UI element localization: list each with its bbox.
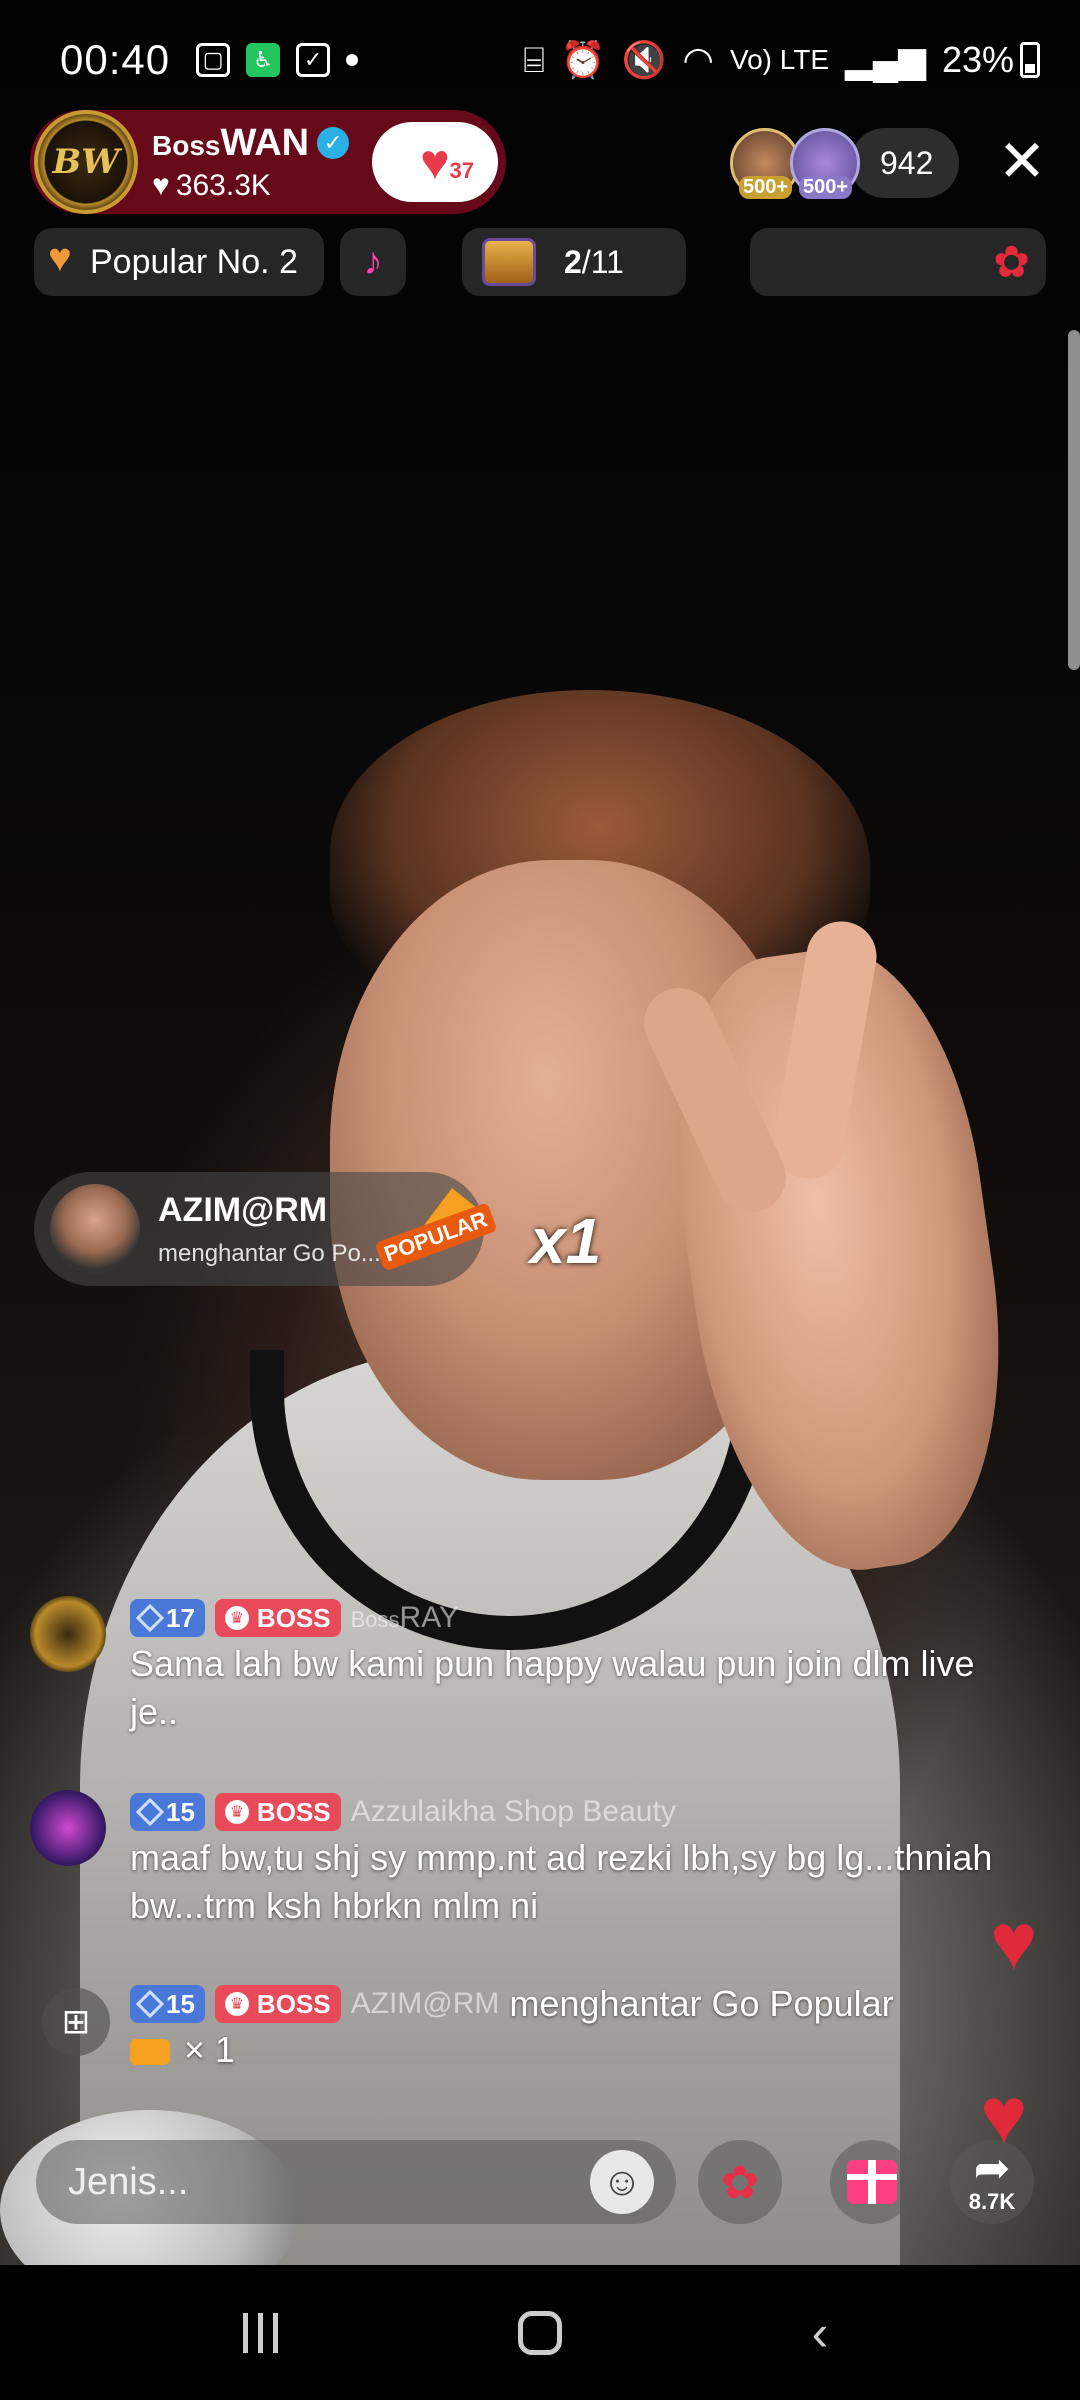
- battery-percent: 23%: [941, 39, 1014, 80]
- diamond-icon: [135, 1989, 165, 2019]
- fan-club-heart-icon: ♥: [420, 134, 450, 190]
- home-button[interactable]: [500, 2293, 580, 2373]
- viewer-rank-badge: 500+: [739, 176, 793, 199]
- top-viewer-avatar[interactable]: 500+: [790, 128, 860, 199]
- network-type: Vo) LTE: [729, 44, 830, 75]
- host-likes: ♥ 363.3K: [152, 169, 349, 203]
- host-likes-count: 363.3K: [175, 168, 271, 202]
- treasure-chest-icon: [482, 238, 536, 286]
- level-badge: 15: [130, 1793, 205, 1831]
- top-viewers[interactable]: 500+ 500+ 942: [730, 128, 960, 199]
- hibiscus-flower-icon: ✿: [993, 237, 1030, 287]
- back-chevron-icon: ‹: [811, 2304, 829, 2361]
- chat-gift-count: × 1: [130, 2026, 1030, 2074]
- popular-rank-label: Popular No. 2: [90, 242, 298, 281]
- viewer-count[interactable]: 942: [850, 128, 960, 198]
- system-navigation-bar: ‹: [0, 2265, 1080, 2400]
- gift-icon: [847, 2160, 897, 2204]
- chat-message[interactable]: 15 ♛ BOSS Azzulaikha Shop Beauty maaf bw,…: [30, 1790, 1030, 1930]
- popular-gift-small-icon: [130, 2039, 170, 2066]
- gift-action-text: menghantar Go Po...: [158, 1239, 381, 1267]
- rose-gift-button[interactable]: ✿: [698, 2140, 782, 2224]
- share-arrow-icon: ➦: [973, 2144, 1011, 2193]
- floating-heart-icon: ♥: [990, 1897, 1038, 1986]
- checkbox-icon: ✓: [296, 43, 331, 77]
- chat-text: maaf bw,tu shj sy mmp.nt ad rezki lbh,sy…: [130, 1837, 993, 1926]
- diamond-icon: [135, 1797, 165, 1827]
- alarm-icon: ⏰: [560, 39, 606, 80]
- host-name-main: WAN: [220, 121, 310, 164]
- bed-icon: ⌸: [523, 38, 545, 80]
- chat-username[interactable]: AZIM@RM: [351, 1987, 500, 2021]
- music-note-icon: ♪: [363, 240, 383, 283]
- boss-badge: ♛ BOSS: [214, 1599, 341, 1637]
- host-capsule[interactable]: BW BossWAN ✓ ♥ 363.3K ♥ 37: [30, 110, 506, 214]
- heart-icon: ♥: [152, 168, 170, 202]
- back-button[interactable]: ‹: [780, 2293, 860, 2373]
- recent-apps-button[interactable]: [220, 2293, 300, 2373]
- popular-rank-pill[interactable]: Popular No. 2: [34, 228, 324, 296]
- chat-text: Sama lah bw kami pun happy walau pun joi…: [130, 1643, 975, 1732]
- crown-icon: ♛: [224, 1800, 249, 1824]
- live-tags-row: Popular No. 2 ♪ 2/11 ✿: [34, 228, 1046, 296]
- mute-icon: 🔇: [621, 39, 667, 80]
- level-badge: 17: [130, 1599, 205, 1637]
- half-heart-icon: [48, 236, 80, 281]
- status-bar: 00:40 ▢ ♿ ✓ ⌸ ⏰ 🔇 ◠ Vo) LTE ▂▄▆ 23%: [0, 0, 1080, 120]
- host-avatar[interactable]: BW: [34, 110, 138, 214]
- screenshot-icon: ▢: [196, 43, 231, 77]
- host-name: BossWAN: [152, 122, 309, 165]
- gift-sender-avatar[interactable]: [50, 1184, 140, 1274]
- scrollbar[interactable]: [1068, 330, 1080, 670]
- share-button[interactable]: ➦ 8.7K: [950, 2140, 1034, 2224]
- close-button[interactable]: ✕: [992, 132, 1052, 192]
- music-button[interactable]: ♪: [340, 228, 406, 296]
- chat-username[interactable]: BossRAY: [351, 1601, 459, 1635]
- chat-user-avatar[interactable]: [30, 1790, 106, 1866]
- verified-icon: ✓: [317, 127, 350, 159]
- fan-club-button[interactable]: ♥ 37: [372, 122, 498, 202]
- gift-button[interactable]: [830, 2140, 914, 2224]
- diamond-icon: [135, 1603, 165, 1633]
- chat-gift-message[interactable]: 15 ♛ BOSS AZIM@RM menghantar Go Popular ×…: [30, 1982, 1030, 2074]
- popular-gift-icon: POPULAR: [374, 1188, 498, 1272]
- chat-action-text: menghantar Go Popular: [509, 1983, 894, 2024]
- crown-icon: ♛: [224, 1992, 249, 2016]
- chat-username[interactable]: Azzulaikha Shop Beauty: [351, 1795, 676, 1829]
- gift-goal-pill[interactable]: ✿: [750, 228, 1046, 296]
- host-name-prefix: Boss: [152, 129, 221, 161]
- chat-user-avatar[interactable]: [30, 1596, 106, 1672]
- fan-club-level: 37: [449, 158, 474, 183]
- crown-icon: ♛: [224, 1606, 249, 1630]
- signal-icon: ▂▄▆: [845, 39, 926, 80]
- gift-sender-name: AZIM@RM: [158, 1190, 328, 1229]
- chat-message[interactable]: 17 ♛ BOSS BossRAY Sama lah bw kami pun ha…: [30, 1596, 1030, 1736]
- boss-badge: ♛ BOSS: [214, 1793, 341, 1831]
- battery-icon: [1020, 42, 1040, 78]
- gift-multiplier: x1: [530, 1205, 602, 1277]
- rose-icon: ✿: [720, 2156, 760, 2208]
- home-icon: [518, 2310, 562, 2355]
- comment-input[interactable]: Jenis...: [36, 2140, 676, 2224]
- accessibility-icon: ♿: [246, 43, 281, 77]
- emoji-icon[interactable]: ☺: [590, 2150, 654, 2214]
- recent-apps-icon: [242, 2312, 278, 2353]
- level-badge: 15: [130, 1985, 205, 2023]
- clock: 00:40: [60, 36, 171, 83]
- wifi-icon: ◠: [682, 39, 714, 80]
- treasure-box-pill[interactable]: 2/11: [462, 228, 686, 296]
- viewer-rank-badge: 500+: [799, 176, 853, 199]
- battery-indicator: 23%: [942, 39, 1040, 81]
- boss-badge: ♛ BOSS: [214, 1985, 341, 2023]
- gift-box-icon[interactable]: ⊞: [42, 1988, 110, 2056]
- treasure-count: 2/11: [564, 243, 624, 280]
- notification-dot-icon: [346, 54, 359, 66]
- share-count: 8.7K: [968, 2189, 1016, 2214]
